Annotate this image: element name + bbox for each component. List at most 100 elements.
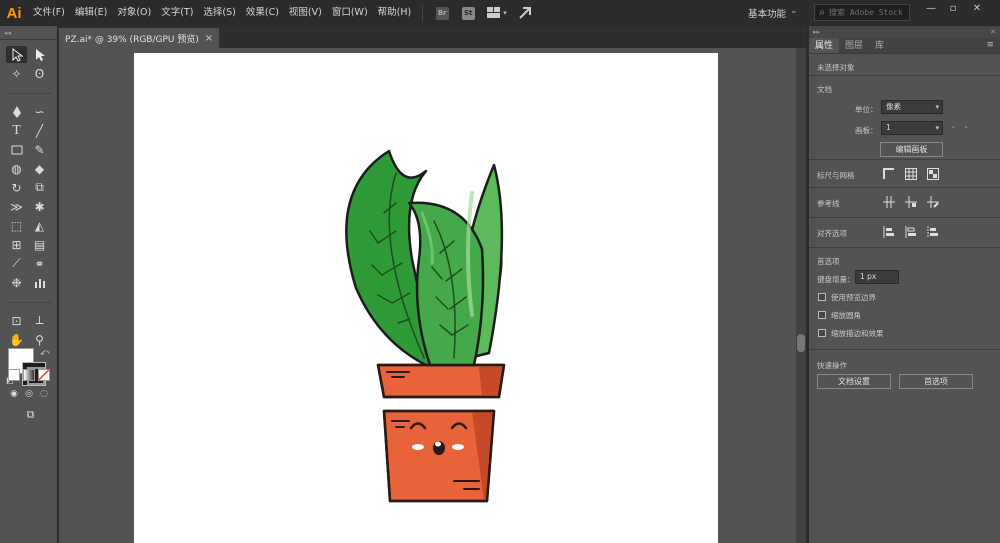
symbol-sprayer-tool-icon[interactable]: ❉ [6, 274, 27, 291]
scrollbar-thumb[interactable] [797, 334, 805, 352]
hand-tool-icon[interactable]: ✋ [6, 331, 27, 348]
free-transform-tool-icon[interactable]: ⬚ [6, 217, 27, 234]
menu-effect[interactable]: 效果(C) [241, 0, 284, 26]
menu-file[interactable]: 文件(F) [28, 0, 70, 26]
selection-tool-icon[interactable] [6, 46, 27, 63]
next-artboard-icon[interactable]: ▸ [965, 123, 969, 131]
blend-tool-icon[interactable]: ⚭ [29, 255, 50, 272]
shaper-tool-icon[interactable]: ◍ [6, 160, 27, 177]
curvature-tool-icon[interactable]: ∽ [29, 103, 50, 120]
arrange-documents-icon[interactable] [486, 5, 502, 21]
puppet-warp-tool-icon[interactable]: ✱ [29, 198, 50, 215]
artboard-label: 画板： [855, 126, 878, 135]
align-to-artboard-icon[interactable] [925, 224, 941, 240]
menu-view[interactable]: 视图(V) [284, 0, 327, 26]
artboard-tool-icon[interactable]: ⊡ [6, 312, 27, 329]
chevron-down-icon: ▾ [935, 103, 939, 111]
slice-tool-icon[interactable]: ⟂ [29, 312, 50, 329]
eyedropper-tool-icon[interactable]: ⟋ [6, 255, 27, 272]
scale-tool-icon[interactable]: ⧉ [29, 179, 50, 196]
panel-menu-icon[interactable]: ≡ [986, 40, 994, 50]
tab-properties[interactable]: 属性 [809, 38, 840, 53]
zoom-tool-icon[interactable]: ⚲ [29, 331, 50, 348]
minimize-icon[interactable]: — [920, 0, 942, 16]
menu-separator [422, 5, 424, 21]
transparency-grid-icon[interactable] [925, 166, 941, 182]
menu-type[interactable]: 文字(T) [156, 0, 198, 26]
gpu-performance-icon[interactable] [517, 5, 533, 21]
collapse-icon[interactable]: ▸▸ [813, 26, 820, 38]
column-graph-tool-icon[interactable] [29, 274, 50, 291]
artboard-select[interactable]: 1 ▾ [881, 121, 943, 135]
line-tool-icon[interactable]: ╱ [29, 122, 50, 139]
plant-illustration[interactable] [134, 53, 718, 543]
toolbar-divider [6, 93, 52, 94]
pen-tool-icon[interactable] [6, 103, 27, 120]
leaves [345, 149, 504, 367]
perspective-grid-tool-icon[interactable]: ◭ [29, 217, 50, 234]
width-tool-icon[interactable]: ≫ [6, 198, 27, 215]
color-mode-row [8, 369, 50, 381]
scale-strokes-effects-checkbox[interactable] [818, 329, 826, 337]
document-tab[interactable]: PZ.ai* @ 39% (RGB/GPU 预览) × [59, 28, 219, 48]
type-tool-icon[interactable]: T [6, 122, 27, 139]
rotate-tool-icon[interactable]: ↻ [6, 179, 27, 196]
close-icon[interactable]: ✕ [990, 26, 996, 38]
color-mode-icon[interactable] [8, 369, 20, 381]
align-to-key-object-icon[interactable] [903, 224, 919, 240]
menu-window[interactable]: 窗口(W) [327, 0, 373, 26]
menu-object[interactable]: 对象(O) [112, 0, 156, 26]
draw-inside-icon[interactable]: ◌ [38, 388, 50, 400]
smart-guides-icon[interactable] [925, 194, 941, 210]
chevron-down-icon[interactable]: ⌄ [790, 6, 798, 16]
swap-fill-stroke-icon[interactable]: ⤺ [40, 348, 50, 358]
bridge-icon[interactable]: Br [434, 5, 450, 21]
unit-select[interactable]: 像素 ▾ [881, 100, 943, 114]
mesh-tool-icon[interactable]: ⊞ [6, 236, 27, 253]
draw-normal-icon[interactable]: ◉ [8, 388, 20, 400]
none-mode-icon[interactable] [38, 369, 50, 381]
lock-guides-icon[interactable] [903, 194, 919, 210]
guides-icon[interactable] [881, 194, 897, 210]
document-setup-button[interactable]: 文档设置 [817, 374, 891, 389]
tab-layers[interactable]: 图层 [839, 38, 869, 53]
prev-artboard-icon[interactable]: ◂ [951, 123, 955, 131]
paintbrush-tool-icon[interactable]: ✎ [29, 141, 50, 158]
rulers-icon[interactable] [881, 166, 897, 182]
menu-select[interactable]: 选择(S) [198, 0, 240, 26]
magic-wand-tool-icon[interactable]: ✧ [6, 65, 27, 82]
workspace-switcher[interactable]: 基本功能 [748, 6, 786, 20]
edit-artboards-button[interactable]: 编辑画板 [880, 142, 943, 157]
gradient-mode-icon[interactable] [23, 369, 35, 381]
scale-corners-checkbox[interactable] [818, 311, 826, 319]
maximize-icon[interactable]: ▫ [942, 0, 964, 16]
direct-selection-tool-icon[interactable] [29, 46, 50, 63]
guides-section: 参考线 [809, 188, 1000, 218]
menu-edit[interactable]: 编辑(E) [70, 0, 112, 26]
align-section: 对齐选项 [809, 218, 1000, 248]
gradient-tool-icon[interactable]: ▤ [29, 236, 50, 253]
close-icon[interactable]: × [205, 33, 213, 44]
vertical-scrollbar[interactable] [796, 48, 806, 543]
search-input[interactable]: ⌕ 搜索 Adobe Stock [814, 4, 910, 21]
align-to-selection-icon[interactable] [881, 224, 897, 240]
use-preview-bounds-checkbox[interactable] [818, 293, 826, 301]
artboard[interactable] [134, 53, 718, 543]
rectangle-tool-icon[interactable] [6, 141, 27, 158]
screen-mode-icon[interactable]: ⧉ [20, 406, 41, 423]
panel-collapse-icon[interactable]: ◂◂ [0, 26, 57, 40]
preferences-button[interactable]: 首选项 [899, 374, 973, 389]
document-tab-title: PZ.ai* @ 39% (RGB/GPU 预览) [65, 34, 199, 45]
grid-icon[interactable] [903, 166, 919, 182]
tab-libraries[interactable]: 库 [869, 38, 890, 53]
close-icon[interactable]: ✕ [966, 0, 988, 16]
menu-help[interactable]: 帮助(H) [373, 0, 417, 26]
eraser-tool-icon[interactable]: ◆ [29, 160, 50, 177]
draw-behind-icon[interactable]: ◎ [23, 388, 35, 400]
chevron-down-icon[interactable]: ▾ [503, 9, 507, 17]
stock-icon[interactable]: St [460, 5, 476, 21]
canvas-area[interactable] [59, 48, 796, 543]
use-preview-bounds-label: 使用预览边界 [831, 293, 876, 302]
keyboard-increment-input[interactable]: 1 px [855, 270, 899, 284]
lasso-tool-icon[interactable]: ʘ [29, 65, 50, 82]
